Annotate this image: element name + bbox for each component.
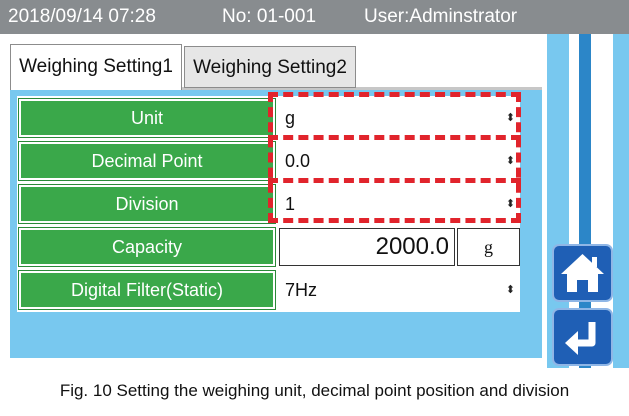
status-number: No: 01-001	[222, 6, 317, 27]
capacity-label: Capacity	[18, 227, 276, 267]
division-label: Division	[18, 184, 276, 224]
figure-caption: Fig. 10 Setting the weighing unit, decim…	[59, 381, 570, 400]
home-button[interactable]	[552, 244, 613, 302]
status-datetime: 2018/09/14 07:28	[8, 6, 156, 27]
home-icon	[561, 254, 604, 292]
digital-filter-value: 7Hz	[285, 280, 318, 300]
highlight-divider	[268, 135, 521, 140]
back-button[interactable]	[552, 308, 613, 366]
capacity-unit: g	[457, 228, 520, 266]
tab-weighing-setting2[interactable]: Weighing Setting2	[184, 46, 356, 88]
setting-row-capacity: Capacity 2000.0 g	[17, 227, 520, 267]
unit-label: Unit	[18, 98, 276, 138]
decimal-point-label: Decimal Point	[18, 141, 276, 181]
right-panel-stripe	[613, 34, 629, 368]
highlight-divider	[268, 178, 521, 183]
highlight-box	[268, 92, 521, 223]
status-bar: 2018/09/14 07:28 No: 01-001 User:Adminst…	[0, 0, 629, 34]
device-screen: 2018/09/14 07:28 No: 01-001 User:Adminst…	[0, 0, 629, 368]
setting-row-digital-filter: Digital Filter(Static) 7Hz ⬍	[17, 270, 520, 310]
return-icon	[565, 322, 596, 355]
tab-weighing-setting1[interactable]: Weighing Setting1	[10, 44, 182, 90]
select-arrow-icon: ⬍	[505, 284, 515, 296]
digital-filter-label: Digital Filter(Static)	[18, 270, 276, 310]
status-user: User:Adminstrator	[364, 6, 518, 27]
digital-filter-select[interactable]: 7Hz ⬍	[279, 271, 520, 309]
capacity-input[interactable]: 2000.0	[279, 228, 455, 266]
